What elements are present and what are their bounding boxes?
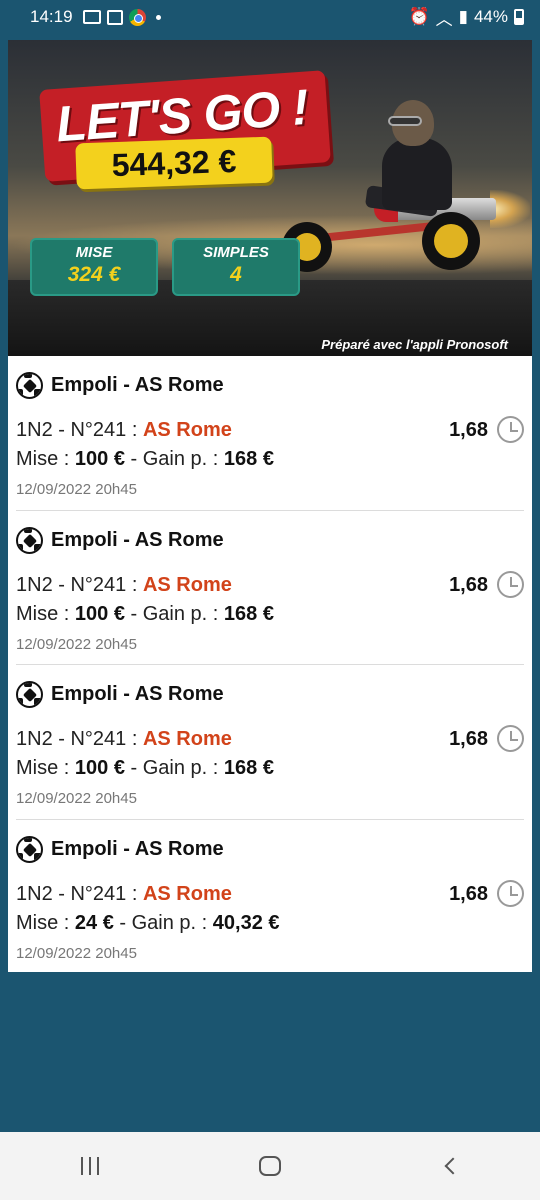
system-nav-bar [0,1132,540,1200]
signal-icon: ▮ [458,7,468,26]
bet-date: 12/09/2022 20h45 [16,790,137,807]
bet-odds: 1,68 [449,573,488,596]
bet-stake-gain: Mise : 100 € - Gain p. : 168 € [16,603,274,626]
bet-count-label: SIMPLES [203,244,269,261]
bet-odds: 1,68 [449,882,488,905]
back-button[interactable] [420,1144,480,1188]
recents-button[interactable] [60,1144,120,1188]
bet-stake: 100 € [74,448,125,470]
stake-prefix: Mise : [16,757,75,779]
pilot-body [382,138,452,210]
gain-prefix: - Gain p. : [124,448,224,470]
bet-pick: AS Rome [142,728,232,750]
status-time: 14:19 [30,7,73,26]
stake-value: 324 € [67,263,121,286]
bet-gain: 168 € [223,757,274,779]
battery-percent: 44% [473,7,508,26]
stake-box: MISE 324 € [30,238,158,296]
match-name: Empoli - AS Rome [51,683,224,705]
bet-pick: AS Rome [142,573,232,596]
match-header: Empoli - AS Rome [16,835,224,863]
chrome-icon [128,8,146,26]
home-button[interactable] [240,1144,300,1188]
bet-stake: 24 € [74,911,114,934]
stake-prefix: Mise : [16,602,75,625]
clock-icon [497,725,524,752]
gain-prefix: - Gain p. : [113,911,213,934]
bet-market: 1N2 - N°241 : [16,728,143,750]
gain-prefix: - Gain p. : [124,602,224,625]
gain-prefix: - Gain p. : [124,757,224,779]
home-icon [259,1156,281,1176]
wifi-icon: ︿ [435,9,453,29]
bet-selection: 1N2 - N°241 : AS Rome [16,883,232,906]
stake-prefix: Mise : [16,911,75,934]
soccer-ball-icon [16,835,43,863]
clock-icon [497,570,524,598]
bet-count-value: 4 [230,263,242,286]
bet-market: 1N2 - N°241 : [16,882,143,905]
bet-date: 12/09/2022 20h45 [16,635,137,653]
bet-pick: AS Rome [142,419,232,441]
bet-odds: 1,68 [449,728,488,750]
bet-pick: AS Rome [142,882,232,905]
soccer-ball-icon [16,681,43,708]
clock-icon [497,879,524,907]
bet-date: 12/09/2022 20h45 [16,481,137,498]
match-name: Empoli - AS Rome [51,837,224,860]
bet-market: 1N2 - N°241 : [16,573,143,596]
bet-item[interactable]: Empoli - AS Rome 1N2 - N°241 : AS Rome 1… [16,820,524,973]
back-icon [444,1157,462,1175]
bet-stake: 100 € [74,602,125,625]
bet-count-box: SIMPLES 4 [172,238,300,296]
notification-dot-icon [155,14,161,20]
kart-rear-wheel [422,212,480,270]
soccer-ball-icon [16,372,43,399]
match-header: Empoli - AS Rome [16,372,224,399]
promo-banner: LET'S GO ! 544,32 € MISE 324 € SIMPLES 4… [8,40,532,356]
pilot-goggles [388,116,422,126]
bet-gain: 168 € [223,602,274,625]
bet-gain: 168 € [223,448,274,470]
stake-prefix: Mise : [16,448,75,470]
bets-list: Empoli - AS Rome 1N2 - N°241 : AS Rome 1… [8,356,532,972]
battery-icon [514,9,524,25]
soccer-ball-icon [16,526,43,554]
bet-slip-card: LET'S GO ! 544,32 € MISE 324 € SIMPLES 4… [8,40,532,972]
image-icon [106,9,123,25]
match-header: Empoli - AS Rome [16,681,224,708]
bet-market: 1N2 - N°241 : [16,419,143,441]
bet-selection: 1N2 - N°241 : AS Rome [16,728,232,751]
stake-label: MISE [75,244,113,261]
bet-gain: 40,32 € [212,911,280,934]
bet-item[interactable]: Empoli - AS Rome 1N2 - N°241 : AS Rome 1… [16,356,524,511]
bet-stake-gain: Mise : 24 € - Gain p. : 40,32 € [16,912,280,935]
bet-stake-gain: Mise : 100 € - Gain p. : 168 € [16,448,274,471]
rocket-flame [490,190,530,228]
banner-credit: Préparé avec l'appli Pronosoft [321,337,508,352]
bet-item[interactable]: Empoli - AS Rome 1N2 - N°241 : AS Rome 1… [16,511,524,665]
alarm-icon: ⏰ [408,7,430,26]
screen-icon [82,10,101,24]
match-name: Empoli - AS Rome [51,374,224,396]
bet-stake: 100 € [74,757,125,779]
clock-icon [497,416,524,443]
recents-icon [81,1157,99,1175]
bet-item[interactable]: Empoli - AS Rome 1N2 - N°241 : AS Rome 1… [16,665,524,820]
bet-selection: 1N2 - N°241 : AS Rome [16,419,232,442]
bet-date: 12/09/2022 20h45 [16,944,137,962]
bet-selection: 1N2 - N°241 : AS Rome [16,574,232,597]
match-name: Empoli - AS Rome [51,528,224,551]
bet-odds: 1,68 [449,419,488,441]
status-bar: 14:19 ⏰ ︿ ▮ 44% [0,0,540,34]
match-header: Empoli - AS Rome [16,526,224,554]
bet-stake-gain: Mise : 100 € - Gain p. : 168 € [16,757,274,780]
total-amount: 544,32 € [75,136,273,190]
